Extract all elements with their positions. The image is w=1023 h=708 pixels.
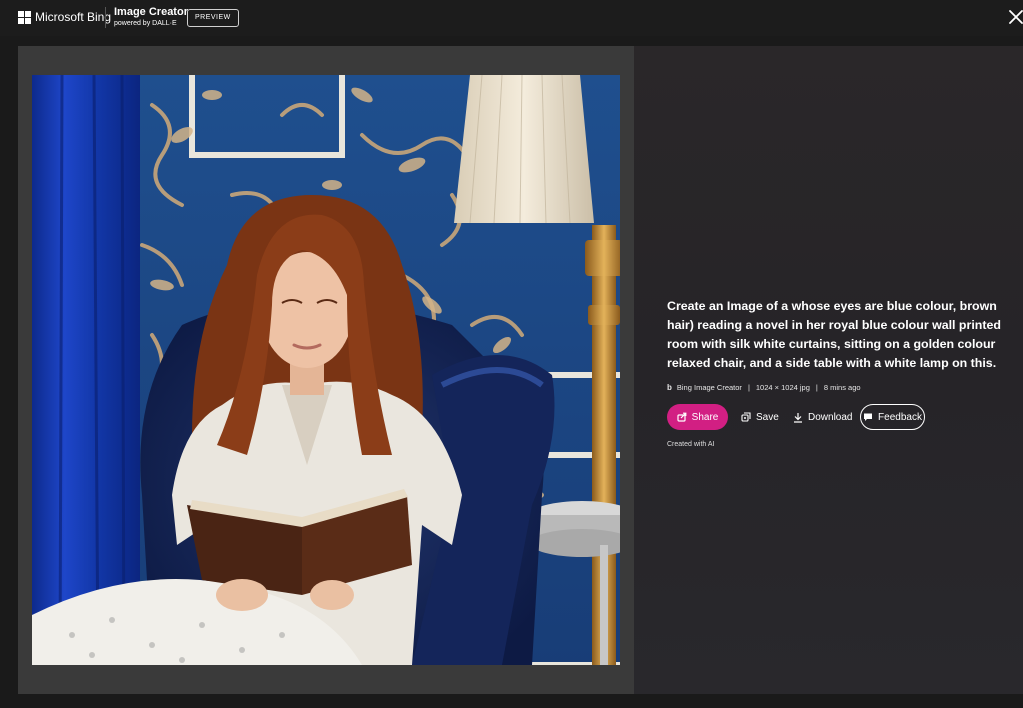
save-button[interactable]: Save xyxy=(741,404,779,430)
meta-separator: | xyxy=(815,383,818,392)
brand-name: Microsoft Bing xyxy=(35,10,112,24)
product-subtitle: powered by DALL·E xyxy=(114,20,177,27)
download-icon xyxy=(794,412,802,423)
share-button[interactable]: Share xyxy=(667,404,728,430)
header-divider xyxy=(105,7,106,28)
image-metadata: b Bing Image Creator | 1024 × 1024 jpg |… xyxy=(667,383,861,392)
download-label: Download xyxy=(808,411,853,423)
close-icon[interactable] xyxy=(1009,10,1023,24)
share-label: Share xyxy=(691,411,719,423)
bing-source-icon: b xyxy=(667,383,672,392)
product-title: Image Creator xyxy=(114,6,188,18)
save-label: Save xyxy=(756,411,779,423)
generated-image-illustration xyxy=(32,75,620,665)
product-title-block[interactable]: Image Creator powered by DALL·E xyxy=(114,6,188,28)
top-bar: Microsoft Bing Image Creator powered by … xyxy=(0,0,1023,36)
preview-badge: PREVIEW xyxy=(187,9,239,27)
generated-image[interactable] xyxy=(32,75,620,665)
feedback-icon xyxy=(864,413,873,421)
source-label: Bing Image Creator xyxy=(676,383,742,392)
action-bar: Share Save Download Feedback xyxy=(667,404,1017,430)
image-dimensions: 1024 × 1024 jpg xyxy=(755,383,810,392)
created-with-ai-label: Created with AI xyxy=(667,441,715,448)
meta-separator: | xyxy=(747,383,750,392)
image-age: 8 mins ago xyxy=(823,383,861,392)
prompt-text: Create an Image of a whose eyes are blue… xyxy=(667,299,1001,370)
microsoft-bing-brand[interactable]: Microsoft Bing xyxy=(18,10,111,24)
bottom-strip xyxy=(0,694,1023,708)
save-icon xyxy=(741,412,751,422)
share-icon xyxy=(677,412,687,422)
microsoft-logo-icon xyxy=(18,10,31,24)
feedback-label: Feedback xyxy=(878,411,922,423)
feedback-button[interactable]: Feedback xyxy=(860,404,925,430)
download-button[interactable]: Download xyxy=(793,404,852,430)
